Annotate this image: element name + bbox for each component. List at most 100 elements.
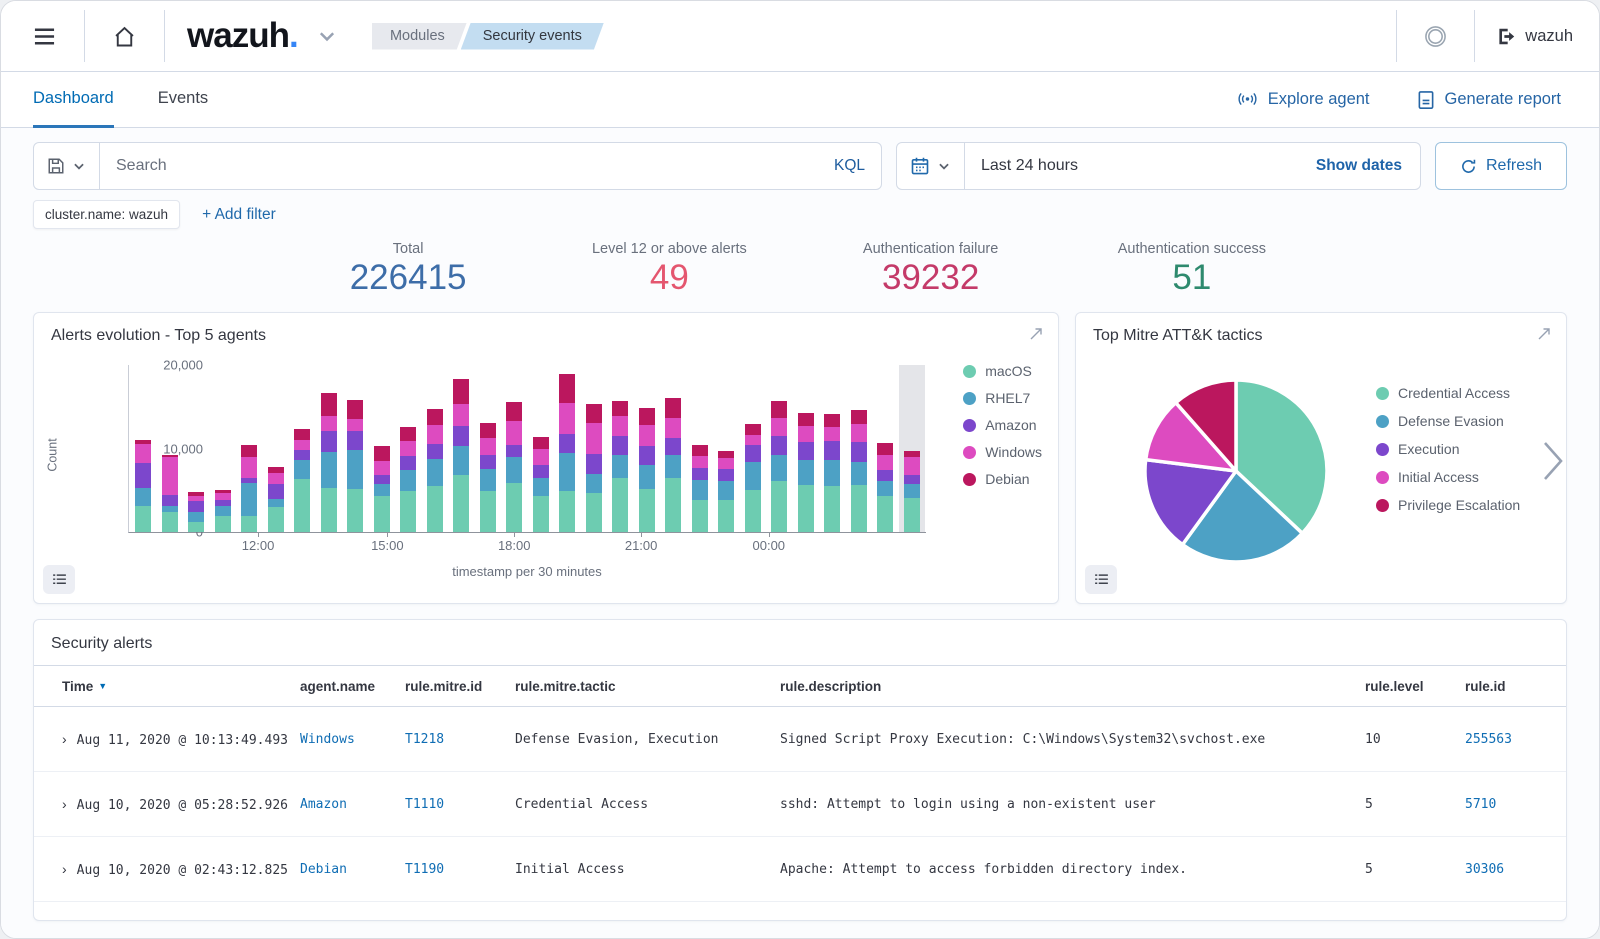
- bar-segment-debian[interactable]: [506, 402, 522, 421]
- cell-mitre_id[interactable]: T1218: [405, 732, 515, 747]
- bar-segment-rhel7[interactable]: [877, 481, 893, 495]
- saved-query-menu-button[interactable]: [34, 143, 100, 189]
- bar-segment-rhel7[interactable]: [321, 452, 337, 488]
- bar-segment-macos[interactable]: [215, 516, 231, 532]
- table-row[interactable]: ›Aug 10, 2020 @ 02:43:12.825DebianT1190I…: [34, 837, 1566, 902]
- bar-2[interactable]: [186, 365, 207, 532]
- bar-segment-macos[interactable]: [904, 498, 920, 532]
- bar-segment-macos[interactable]: [559, 491, 575, 533]
- bar-segment-macos[interactable]: [692, 500, 708, 533]
- date-quick-menu-button[interactable]: [897, 143, 965, 189]
- bar-27[interactable]: [849, 365, 870, 532]
- bar-segment-rhel7[interactable]: [612, 455, 628, 478]
- bar-24[interactable]: [769, 365, 790, 532]
- bar-segment-windows[interactable]: [268, 473, 284, 484]
- table-row[interactable]: ›Aug 11, 2020 @ 10:13:49.493WindowsT1218…: [34, 707, 1566, 772]
- bar-segment-macos[interactable]: [188, 522, 204, 532]
- bar-segment-debian[interactable]: [559, 374, 575, 403]
- bar-segment-rhel7[interactable]: [400, 470, 416, 492]
- bar-23[interactable]: [743, 365, 764, 532]
- bar-segment-amazon[interactable]: [321, 431, 337, 452]
- bar-segment-rhel7[interactable]: [162, 506, 178, 513]
- bar-segment-debian[interactable]: [692, 445, 708, 456]
- bar-segment-rhel7[interactable]: [904, 484, 920, 498]
- bar-14[interactable]: [504, 365, 525, 532]
- legend-item-initial-access[interactable]: Initial Access: [1376, 469, 1520, 485]
- bar-segment-windows[interactable]: [639, 425, 655, 446]
- bar-segment-debian[interactable]: [851, 410, 867, 423]
- bar-segment-windows[interactable]: [718, 458, 734, 469]
- bar-segment-amazon[interactable]: [586, 454, 602, 474]
- bar-5[interactable]: [266, 365, 287, 532]
- bar-18[interactable]: [610, 365, 631, 532]
- search-input[interactable]: [100, 157, 818, 175]
- bar-segment-amazon[interactable]: [824, 441, 840, 459]
- bar-segment-windows[interactable]: [506, 421, 522, 445]
- bar-segment-debian[interactable]: [612, 401, 628, 416]
- bar-segment-windows[interactable]: [824, 427, 840, 441]
- bar-segment-windows[interactable]: [665, 418, 681, 438]
- breadcrumb-modules[interactable]: Modules: [372, 23, 467, 50]
- bar-26[interactable]: [822, 365, 843, 532]
- bar-segment-macos[interactable]: [347, 489, 363, 532]
- bar-segment-amazon[interactable]: [347, 431, 363, 449]
- bar-segment-amazon[interactable]: [745, 445, 761, 462]
- bar-segment-amazon[interactable]: [268, 484, 284, 499]
- bar-segment-amazon[interactable]: [162, 495, 178, 506]
- bar-segment-rhel7[interactable]: [188, 512, 204, 522]
- bar-segment-debian[interactable]: [400, 427, 416, 441]
- tab-dashboard[interactable]: Dashboard: [33, 72, 114, 128]
- legend-item-macos[interactable]: macOS: [963, 363, 1042, 379]
- bar-segment-amazon[interactable]: [135, 463, 151, 488]
- bar-segment-macos[interactable]: [135, 506, 151, 533]
- bar-segment-rhel7[interactable]: [798, 460, 814, 485]
- bar-segment-amazon[interactable]: [533, 465, 549, 478]
- date-range-value[interactable]: Last 24 hours: [965, 157, 1298, 175]
- bar-segment-amazon[interactable]: [559, 434, 575, 453]
- bar-segment-macos[interactable]: [718, 500, 734, 533]
- bar-16[interactable]: [557, 365, 578, 532]
- bar-segment-debian[interactable]: [374, 446, 390, 461]
- bar-segment-debian[interactable]: [347, 400, 363, 418]
- bar-segment-debian[interactable]: [321, 393, 337, 416]
- bar-segment-rhel7[interactable]: [135, 488, 151, 506]
- bar-segment-macos[interactable]: [851, 485, 867, 532]
- bar-segment-rhel7[interactable]: [241, 483, 257, 516]
- explore-agent-button[interactable]: Explore agent: [1230, 87, 1376, 112]
- cell-agent[interactable]: Amazon: [300, 797, 405, 812]
- inspect-icon[interactable]: [1085, 565, 1117, 594]
- bar-segment-macos[interactable]: [427, 486, 443, 532]
- bar-segment-macos[interactable]: [400, 491, 416, 532]
- bar-segment-rhel7[interactable]: [480, 469, 496, 492]
- legend-item-execution[interactable]: Execution: [1376, 441, 1520, 457]
- health-status-icon[interactable]: [1419, 20, 1452, 53]
- filter-chip-cluster-name[interactable]: cluster.name: wazuh: [33, 200, 180, 229]
- bar-6[interactable]: [292, 365, 313, 532]
- bar-segment-macos[interactable]: [771, 481, 787, 532]
- bar-segment-amazon[interactable]: [427, 444, 443, 459]
- bar-segment-windows[interactable]: [321, 416, 337, 431]
- bar-25[interactable]: [796, 365, 817, 532]
- home-icon[interactable]: [107, 19, 142, 54]
- bar-segment-rhel7[interactable]: [559, 453, 575, 491]
- expand-icon[interactable]: [1026, 324, 1046, 344]
- expand-icon[interactable]: [1534, 324, 1554, 344]
- bar-segment-debian[interactable]: [771, 401, 787, 418]
- bar-7[interactable]: [319, 365, 340, 532]
- bar-segment-windows[interactable]: [374, 461, 390, 475]
- bar-segment-debian[interactable]: [798, 413, 814, 426]
- bar-segment-amazon[interactable]: [294, 450, 310, 459]
- bar-segment-windows[interactable]: [347, 419, 363, 432]
- bar-segment-amazon[interactable]: [506, 445, 522, 457]
- cell-mitre_id[interactable]: T1110: [405, 797, 515, 812]
- legend-item-rhel7[interactable]: RHEL7: [963, 390, 1042, 406]
- generate-report-button[interactable]: Generate report: [1410, 89, 1567, 111]
- bar-segment-macos[interactable]: [798, 485, 814, 533]
- bar-15[interactable]: [531, 365, 552, 532]
- bar-segment-windows[interactable]: [586, 423, 602, 454]
- sort-desc-icon[interactable]: ▼: [98, 681, 107, 691]
- bar-segment-macos[interactable]: [824, 486, 840, 533]
- bar-segment-windows[interactable]: [427, 425, 443, 443]
- refresh-button[interactable]: Refresh: [1435, 142, 1567, 190]
- bar-segment-rhel7[interactable]: [665, 455, 681, 478]
